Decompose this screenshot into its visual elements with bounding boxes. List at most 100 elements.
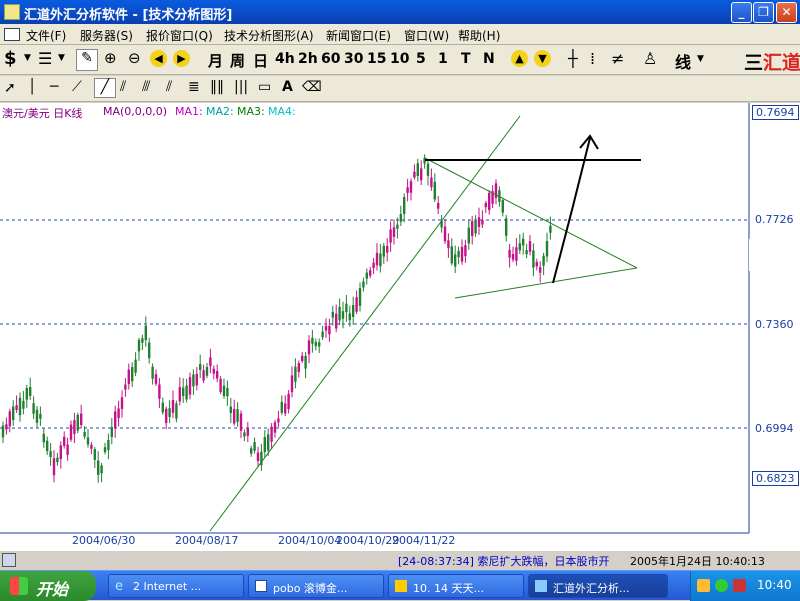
candle-body bbox=[294, 366, 297, 382]
n-button[interactable]: N bbox=[483, 51, 495, 67]
app-icon bbox=[395, 580, 407, 592]
eraser-icon[interactable]: ⌫ bbox=[302, 79, 322, 95]
minimize-button[interactable]: _ bbox=[731, 2, 752, 23]
candle-body bbox=[348, 313, 351, 321]
menu-file[interactable]: 文件(F) bbox=[26, 27, 66, 44]
time-lines-icon[interactable]: ||| bbox=[234, 79, 248, 95]
tray-icon[interactable] bbox=[697, 579, 710, 592]
restore-button[interactable]: ❐ bbox=[753, 2, 774, 23]
period-day-button[interactable]: 日 bbox=[253, 50, 268, 71]
arrow-right-icon[interactable]: ▶ bbox=[173, 50, 190, 67]
candle-body bbox=[467, 227, 470, 244]
candlestick-chart[interactable] bbox=[0, 103, 800, 550]
text-tool-icon[interactable]: A bbox=[282, 79, 293, 95]
zoom-out-icon[interactable]: ⊖ bbox=[128, 49, 141, 67]
period-30-button[interactable]: 30 bbox=[344, 51, 363, 67]
candle-body bbox=[250, 448, 253, 454]
segment-icon[interactable]: ⟋ bbox=[72, 79, 82, 95]
parallel-lines-icon[interactable]: ⫽ bbox=[166, 79, 172, 95]
fibonacci-icon[interactable]: ≣ bbox=[188, 79, 200, 95]
candle-body bbox=[171, 400, 175, 413]
layout-icon[interactable]: ☰ bbox=[38, 49, 52, 68]
menu-help[interactable]: 帮助(H) bbox=[458, 27, 500, 44]
candle-body bbox=[307, 340, 311, 355]
task-label: 10. 14 天天... bbox=[413, 582, 484, 595]
zoom-in-icon[interactable]: ⊕ bbox=[104, 49, 117, 67]
candle-body bbox=[205, 367, 209, 376]
news-ticker[interactable]: [24-08:37:34] 索尼扩大跌幅，日本股市开 bbox=[398, 553, 628, 569]
period-5-button[interactable]: 5 bbox=[416, 51, 426, 67]
currency-icon[interactable]: $ bbox=[4, 48, 17, 69]
tick-button[interactable]: T bbox=[461, 51, 471, 67]
ma4-label: MA4: bbox=[268, 105, 296, 118]
task-pobo[interactable]: pobo 滚博金... bbox=[248, 574, 384, 598]
candle-body bbox=[471, 221, 474, 236]
menu-news-window[interactable]: 新闻窗口(E) bbox=[326, 27, 391, 44]
candle-body bbox=[416, 163, 419, 176]
menu-quote-window[interactable]: 报价窗口(Q) bbox=[146, 27, 213, 44]
fan-icon[interactable]: ⫻ bbox=[142, 79, 150, 95]
menu-window[interactable]: 窗口(W) bbox=[404, 27, 449, 44]
status-icon[interactable] bbox=[2, 553, 16, 567]
period-month-button[interactable]: 月 bbox=[208, 50, 223, 71]
trendline-icon[interactable]: ╱ bbox=[94, 78, 116, 98]
candle-body bbox=[545, 240, 549, 257]
candle-body bbox=[148, 342, 151, 359]
menu-technical-analysis[interactable]: 技术分析图形(A) bbox=[224, 27, 314, 44]
task-huidao[interactable]: 汇道外汇分析... bbox=[528, 574, 668, 598]
candle-body bbox=[86, 437, 90, 445]
date-label: 2004/06/30 bbox=[72, 534, 136, 547]
pencil-icon[interactable]: ✎ bbox=[76, 49, 98, 71]
chevron-down-icon[interactable]: ▼ bbox=[24, 53, 31, 63]
period-week-button[interactable]: 周 bbox=[230, 50, 245, 71]
candle-body bbox=[277, 418, 280, 423]
candle-body bbox=[185, 385, 188, 400]
candle-body bbox=[59, 445, 62, 460]
arrow-up-icon[interactable]: ▲ bbox=[511, 50, 528, 67]
candle-body bbox=[477, 217, 481, 227]
vertical-line-icon[interactable]: │ bbox=[28, 79, 36, 95]
rectangle-icon[interactable]: ▭ bbox=[258, 79, 271, 95]
candle-body bbox=[409, 181, 413, 193]
vertical-dotted-icon[interactable]: ⁞ bbox=[590, 49, 595, 68]
candle-body bbox=[539, 267, 542, 273]
title-bar[interactable]: 汇道外汇分析软件 - [技术分析图形] _ ❐ ✕ bbox=[0, 0, 800, 24]
menu-server[interactable]: 服务器(S) bbox=[80, 27, 133, 44]
period-60-button[interactable]: 60 bbox=[321, 51, 340, 67]
crosshair-icon[interactable]: ┼ bbox=[568, 49, 578, 68]
close-button[interactable]: ✕ bbox=[776, 2, 797, 23]
period-10-button[interactable]: 10 bbox=[390, 51, 409, 67]
candle-body bbox=[301, 355, 304, 362]
period-2h-button[interactable]: 2h bbox=[298, 51, 318, 67]
cycle-lines-icon[interactable]: ‖‖ bbox=[210, 79, 224, 95]
task-tiantian[interactable]: 10. 14 天天... bbox=[388, 574, 524, 598]
candle-body bbox=[209, 357, 212, 367]
start-label: 开始 bbox=[36, 580, 69, 599]
arrow-down-icon[interactable]: ▼ bbox=[534, 50, 551, 67]
tray-icon[interactable] bbox=[715, 579, 728, 592]
candle-body bbox=[49, 451, 52, 458]
channel-icon[interactable]: ⫽ bbox=[120, 79, 126, 95]
windows-logo-icon bbox=[10, 577, 28, 595]
candle-body bbox=[528, 241, 532, 252]
task-internet[interactable]: e 2 Internet ... bbox=[108, 574, 244, 598]
document-icon[interactable] bbox=[4, 28, 20, 41]
tray-icon[interactable] bbox=[733, 579, 746, 592]
cursor-icon[interactable]: ➚ bbox=[4, 80, 16, 96]
horizontal-line-icon[interactable]: ─ bbox=[50, 79, 58, 95]
period-1-button[interactable]: 1 bbox=[438, 51, 448, 67]
start-button[interactable]: 开始 bbox=[0, 571, 96, 601]
arrow-left-icon[interactable]: ◀ bbox=[150, 50, 167, 67]
period-4h-button[interactable]: 4h bbox=[275, 51, 295, 67]
chevron-down-icon[interactable]: ▼ bbox=[697, 54, 704, 64]
chart-area[interactable]: 澳元/美元 日K线 MA(0,0,0,0) MA1: MA2: MA3: MA4… bbox=[0, 103, 800, 550]
candle-body bbox=[35, 409, 39, 423]
line-type-button[interactable]: 线 bbox=[675, 49, 691, 73]
period-15-button[interactable]: 15 bbox=[367, 51, 386, 67]
taskbar: 开始 e 2 Internet ... pobo 滚博金... 10. 14 天… bbox=[0, 570, 800, 601]
candle-body bbox=[314, 342, 317, 347]
chevron-down-icon[interactable]: ▼ bbox=[58, 53, 65, 63]
candle-body bbox=[267, 434, 270, 451]
person-icon[interactable]: ♙ bbox=[643, 49, 657, 68]
not-equal-icon[interactable]: ≠ bbox=[611, 49, 624, 68]
